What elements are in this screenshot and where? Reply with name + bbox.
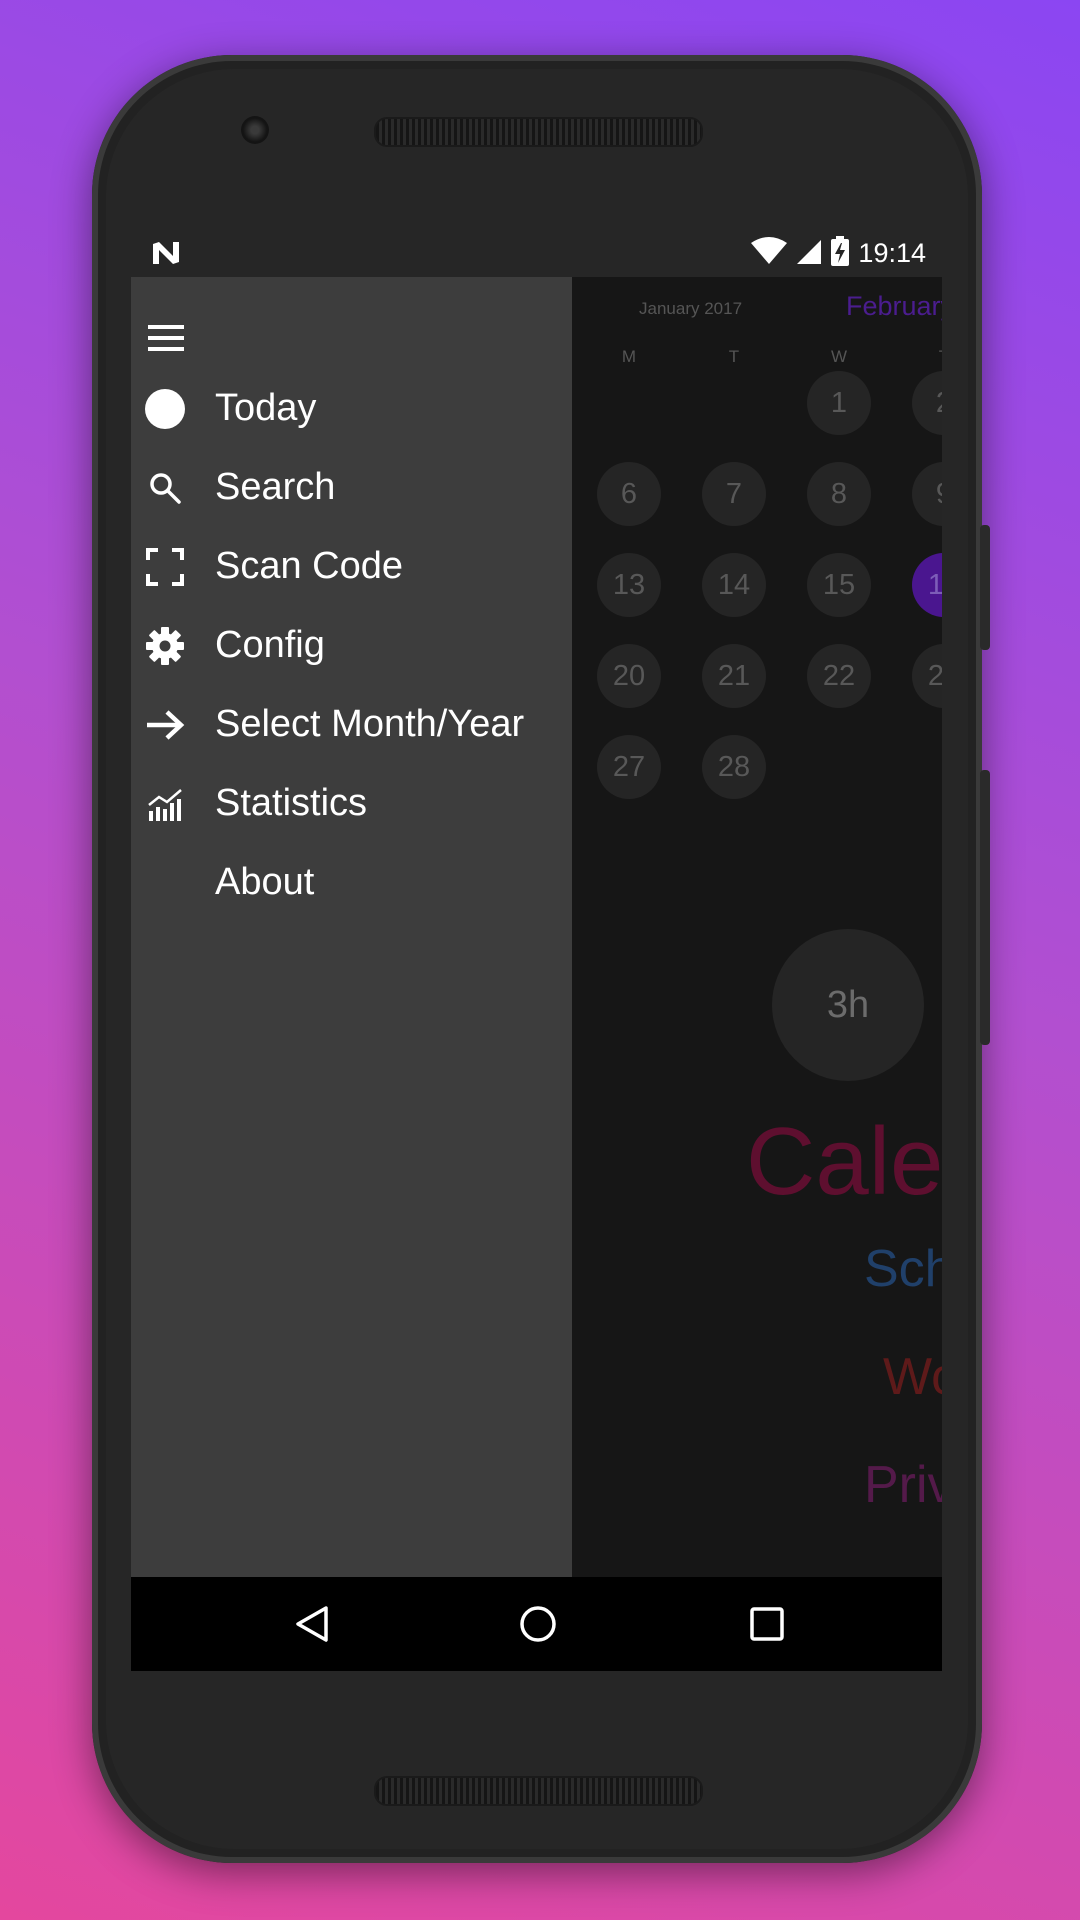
category-school[interactable]: School [864,1239,942,1299]
volume-button [980,525,990,650]
gear-icon [145,626,185,666]
wifi-icon [750,237,788,269]
day-cell[interactable]: 8 [807,462,871,526]
drawer-item-today[interactable]: Today [131,369,572,448]
bottom-speaker [374,1776,703,1806]
arrow-right-icon [145,705,185,745]
day-cell[interactable]: 1 [807,371,871,435]
weekday-label: T [934,347,942,367]
drawer-item-select-month-year[interactable]: Select Month/Year [131,685,572,764]
day-cell[interactable]: 7 [702,462,766,526]
power-button [980,770,990,1045]
day-cell[interactable]: 21 [702,644,766,708]
day-cell[interactable]: 15 [807,553,871,617]
day-cell[interactable]: 22 [807,644,871,708]
drawer-item-about[interactable]: About [131,843,572,922]
drawer-item-label: About [215,861,315,903]
day-cell[interactable]: 2 [912,371,942,435]
battery-charging-icon [830,236,850,270]
weekday-label: M [621,347,637,366]
system-nav-bar [131,1577,942,1671]
scan-frame-icon [145,547,185,587]
day-cell[interactable]: 20 [597,644,661,708]
weekday-label: W [830,347,848,366]
drawer-item-label: Statistics [215,782,368,824]
drawer-item-config[interactable]: Config [131,606,572,685]
drawer-item-label: Config [215,624,325,666]
drawer-item-statistics[interactable]: Statistics [131,764,572,843]
day-cell[interactable]: 14 [702,553,766,617]
circle-icon [145,388,185,429]
top-speaker [374,117,703,147]
drawer-item-label: Scan Code [215,545,404,587]
category-private[interactable]: Private [864,1455,942,1515]
status-clock: 19:14 [858,237,926,268]
drawer-item-scan-code[interactable]: Scan Code [131,527,572,606]
drawer-item-label: Today [215,387,317,429]
screen: January 2017 February 2017 M T W T 1 2 6… [131,229,942,1671]
status-bar: 19:14 [131,229,942,277]
drawer-item-label: Search [215,466,336,508]
day-cell[interactable]: 6 [597,462,661,526]
day-cell[interactable]: 27 [597,735,661,799]
back-icon[interactable] [292,1604,332,1648]
current-month-label[interactable]: February 2017 [846,291,942,322]
prev-month-label[interactable]: January 2017 [639,299,742,319]
day-cell[interactable]: 13 [597,553,661,617]
drawer-item-label: Select Month/Year [215,703,525,745]
navigation-drawer: Today Search Scan Code Config Select Mon… [131,277,572,1577]
search-icon [145,468,185,508]
day-cell[interactable]: 23 [912,644,942,708]
recents-icon[interactable] [747,1604,787,1648]
day-cell[interactable]: 9 [912,462,942,526]
day-cell[interactable]: 28 [702,735,766,799]
notification-n-icon [151,240,181,270]
drawer-item-search[interactable]: Search [131,448,572,527]
category-calendar[interactable]: Calendar [746,1107,942,1217]
cellular-signal-icon [796,237,822,269]
front-camera [241,116,269,144]
category-work[interactable]: Work [883,1347,942,1407]
weekday-label: T [728,347,740,366]
day-cell-today[interactable]: 16 [912,553,942,617]
home-icon[interactable] [518,1604,558,1648]
hours-badge[interactable]: 3h [772,929,924,1081]
chart-icon [145,784,185,824]
hamburger-menu-icon[interactable] [148,323,184,357]
